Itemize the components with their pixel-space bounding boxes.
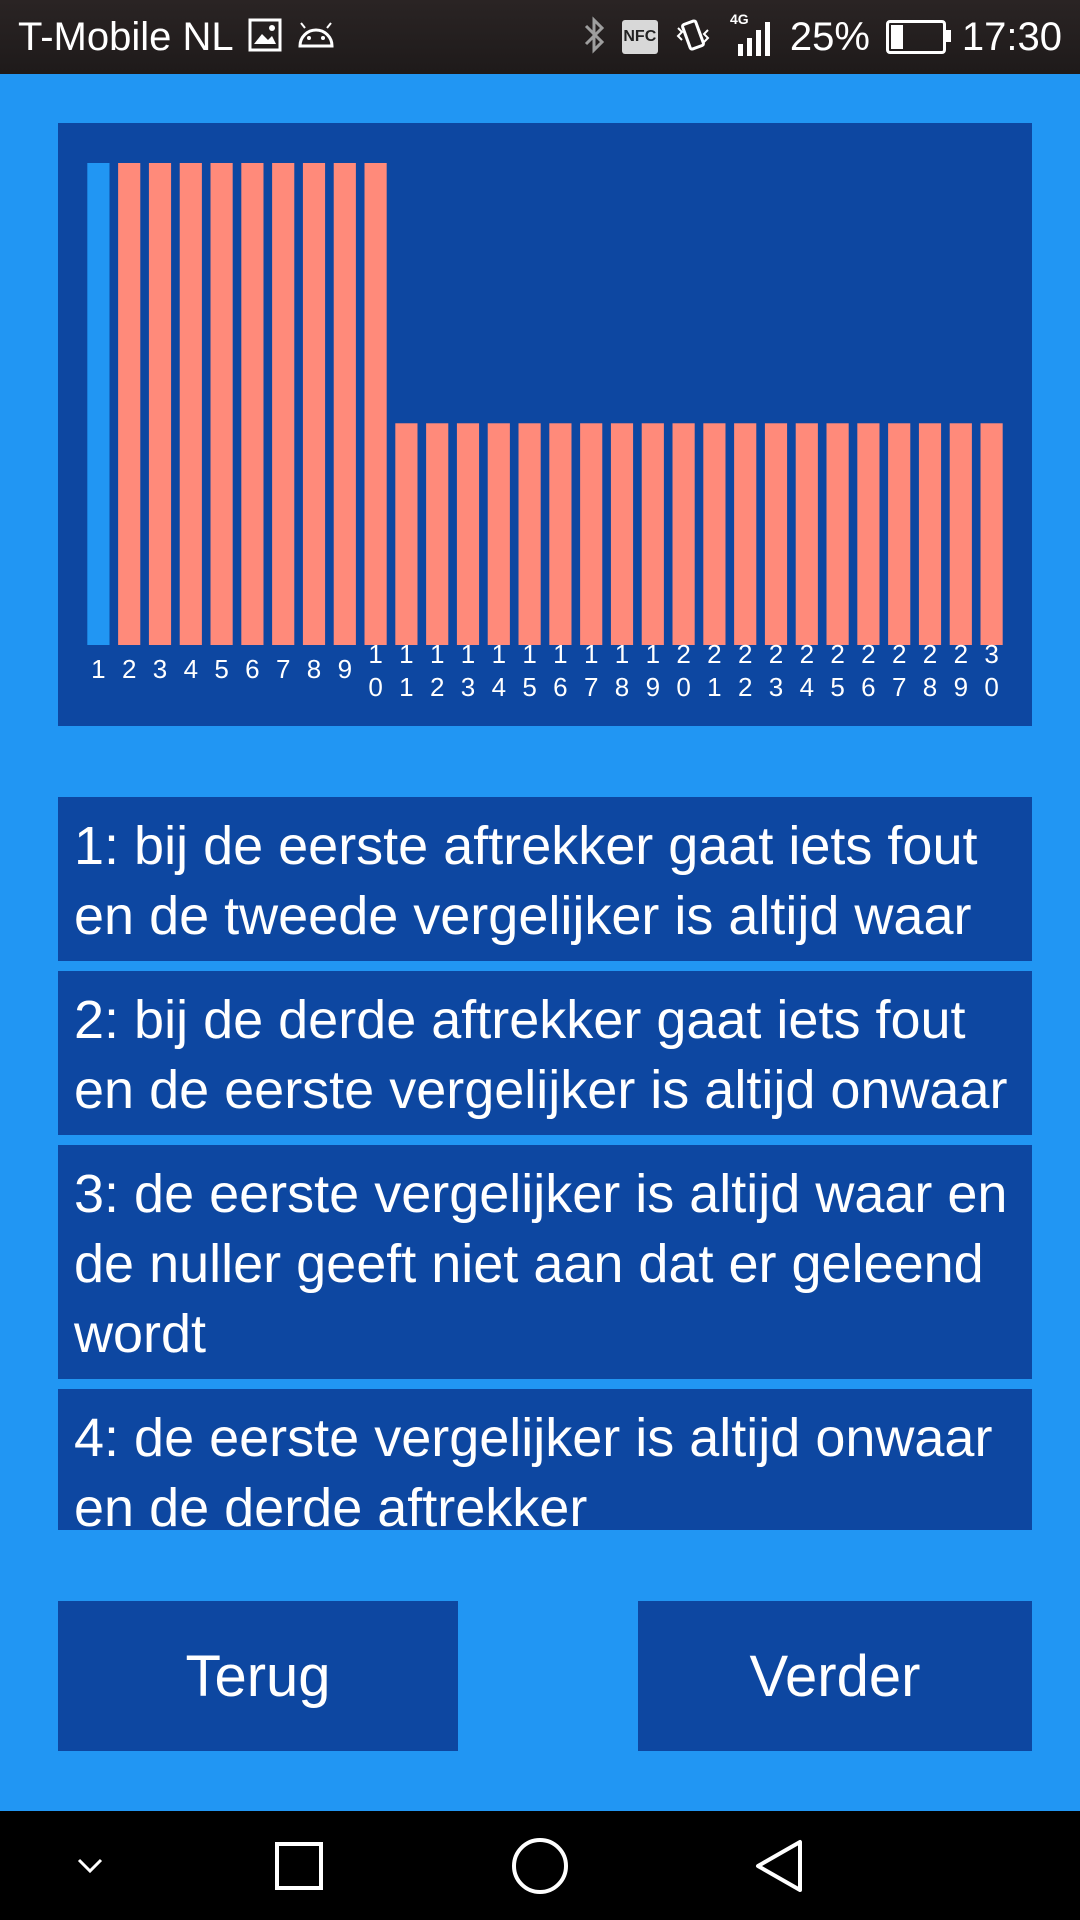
bar-11 bbox=[395, 423, 418, 645]
bar-25 bbox=[826, 423, 849, 645]
tick-label-19: 19 bbox=[646, 639, 660, 702]
bar-4 bbox=[179, 163, 202, 645]
bar-7 bbox=[272, 163, 295, 645]
bar-27 bbox=[888, 423, 911, 645]
bar-17 bbox=[580, 423, 603, 645]
tick-label-4: 4 bbox=[184, 654, 198, 684]
tick-label-26: 26 bbox=[861, 639, 875, 702]
svg-text:4G: 4G bbox=[730, 11, 749, 27]
list-item[interactable]: 3: de eerste vergelijker is altijd waar … bbox=[58, 1145, 1032, 1379]
home-icon[interactable] bbox=[500, 1811, 580, 1920]
tick-label-13: 13 bbox=[461, 639, 475, 702]
bar-19 bbox=[641, 423, 664, 645]
tick-label-2: 2 bbox=[122, 654, 136, 684]
tick-label-5: 5 bbox=[214, 654, 228, 684]
tick-label-1: 1 bbox=[91, 654, 105, 684]
tick-label-22: 22 bbox=[738, 639, 752, 702]
tick-label-24: 24 bbox=[800, 639, 814, 702]
nfc-icon: NFC bbox=[621, 20, 658, 54]
list-item[interactable]: 4: de eerste vergelijker is altijd onwaa… bbox=[58, 1389, 1032, 1530]
bar-20 bbox=[672, 423, 695, 645]
bar-1 bbox=[87, 163, 110, 645]
bar-chart-svg: 1 2 3 4 5 6 7 8 9 1 01 11 21 31 41 51 61 71 81 92 02 12 22 32 42… bbox=[87, 163, 1003, 702]
tick-label-3: 3 bbox=[153, 654, 167, 684]
bar-6 bbox=[241, 163, 264, 645]
tick-label-10: 10 bbox=[368, 639, 382, 702]
bar-9 bbox=[333, 163, 356, 645]
chevron-down-icon[interactable] bbox=[50, 1811, 130, 1920]
bar-8 bbox=[302, 163, 326, 645]
bar-24 bbox=[795, 423, 818, 645]
bar-10 bbox=[364, 163, 387, 645]
bar-13 bbox=[456, 423, 480, 645]
bluetooth-icon bbox=[582, 15, 606, 59]
bar-29 bbox=[949, 423, 972, 645]
bar-30 bbox=[980, 423, 1003, 645]
image-icon bbox=[248, 18, 282, 57]
tick-label-14: 14 bbox=[492, 639, 506, 702]
battery-icon bbox=[885, 20, 951, 54]
bar-3 bbox=[148, 163, 172, 645]
battery-percent: 25% bbox=[789, 14, 870, 59]
tick-label-23: 23 bbox=[769, 639, 783, 702]
bar-16 bbox=[549, 423, 572, 645]
back-icon[interactable] bbox=[740, 1811, 820, 1920]
tick-label-17: 17 bbox=[584, 639, 598, 702]
tick-label-9: 9 bbox=[338, 654, 352, 684]
clock: 17:30 bbox=[961, 14, 1062, 59]
tick-label-20: 20 bbox=[676, 639, 690, 702]
bar-22 bbox=[734, 423, 757, 645]
tick-label-29: 29 bbox=[954, 639, 968, 702]
bar-15 bbox=[518, 423, 541, 645]
list-item[interactable]: 2: bij de derde aftrekker gaat iets fout… bbox=[58, 971, 1032, 1135]
tick-label-21: 21 bbox=[707, 639, 721, 702]
bar-14 bbox=[487, 423, 510, 645]
bar-12 bbox=[426, 423, 449, 645]
status-bar: T-Mobile NL NFC 4G 25% 17:30 bbox=[0, 0, 1080, 74]
bar-23 bbox=[764, 423, 788, 645]
vibrate-icon bbox=[674, 16, 712, 59]
list-item[interactable]: 1: bij de eerste aftrekker gaat iets fou… bbox=[58, 797, 1032, 961]
tick-label-16: 16 bbox=[553, 639, 567, 702]
next-button[interactable]: Verder bbox=[638, 1601, 1032, 1751]
bar-18 bbox=[610, 423, 634, 645]
tick-label-28: 28 bbox=[923, 639, 937, 702]
tick-label-12: 12 bbox=[430, 639, 444, 702]
carrier-label: T-Mobile NL bbox=[18, 14, 234, 59]
tick-label-15: 15 bbox=[522, 639, 536, 702]
bar-21 bbox=[703, 423, 726, 645]
tick-label-18: 18 bbox=[615, 639, 629, 702]
bar-26 bbox=[857, 423, 880, 645]
answer-list[interactable]: 1: bij de eerste aftrekker gaat iets fou… bbox=[58, 797, 1032, 1530]
tick-label-8: 8 bbox=[307, 654, 321, 684]
navigation-bar bbox=[0, 1811, 1080, 1920]
tick-label-6: 6 bbox=[245, 654, 259, 684]
back-button[interactable]: Terug bbox=[58, 1601, 458, 1751]
recent-apps-icon[interactable] bbox=[259, 1811, 339, 1920]
bar-2 bbox=[118, 163, 141, 645]
results-chart: 1234567891011121314151617181920212223242… bbox=[58, 123, 1032, 726]
signal-icon: 4G bbox=[728, 10, 774, 65]
tick-label-11: 11 bbox=[399, 639, 413, 702]
bar-5 bbox=[210, 163, 233, 645]
tick-label-7: 7 bbox=[276, 654, 290, 684]
tick-label-27: 27 bbox=[892, 639, 906, 702]
android-icon bbox=[296, 20, 336, 55]
bar-28 bbox=[918, 423, 942, 645]
tick-label-25: 25 bbox=[830, 639, 844, 702]
tick-label-30: 30 bbox=[984, 639, 998, 702]
